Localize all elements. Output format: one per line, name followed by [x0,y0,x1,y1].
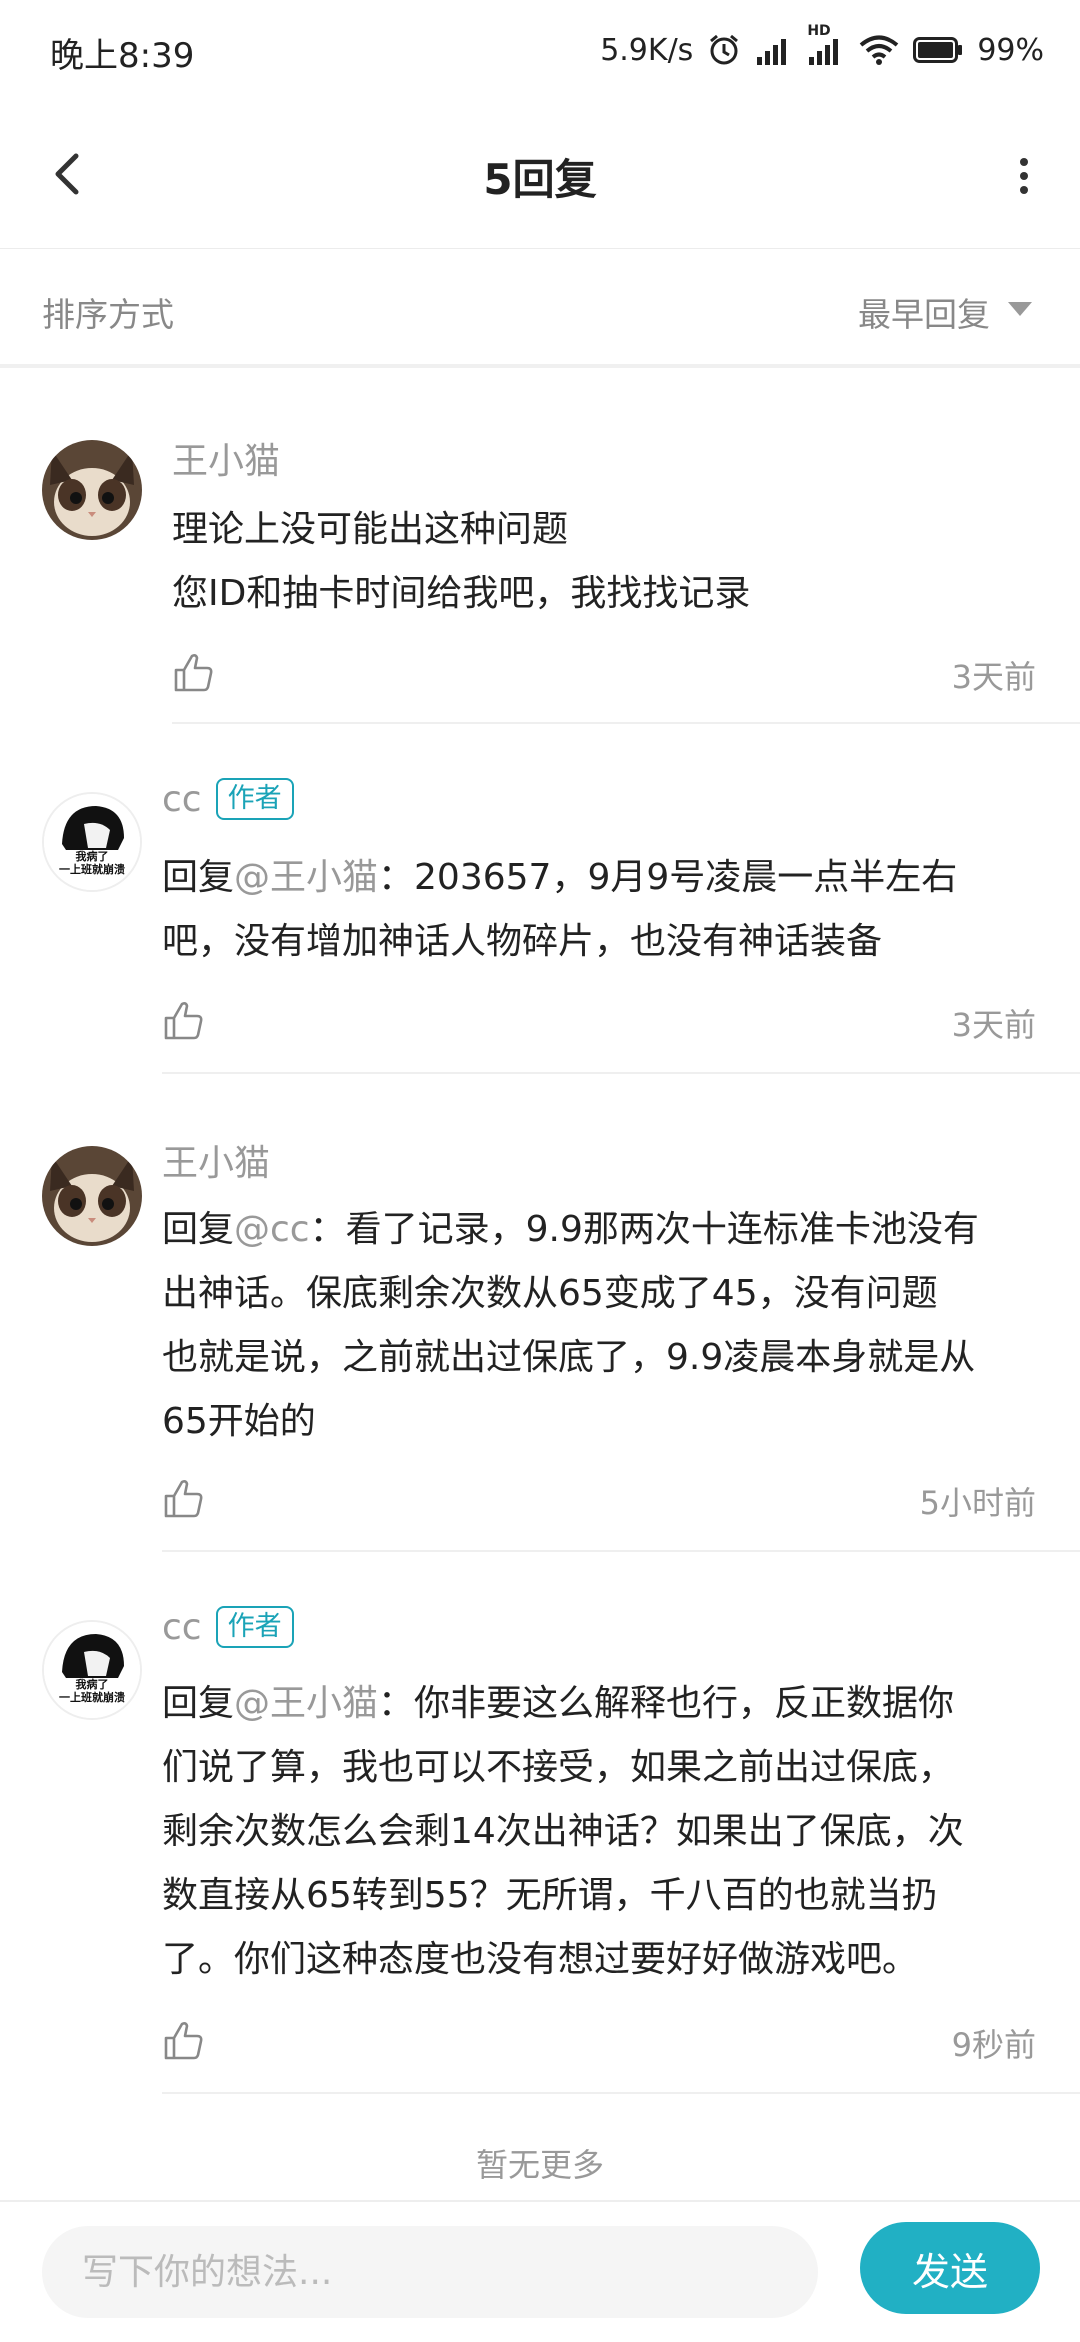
comment-line: 了。你们这种态度也没有想过要好好做游戏吧。 [162,1939,919,1980]
comment-line-text: ：203657，9月9号凌晨一点半左右 [378,857,958,898]
comment-header: 王小猫 [172,432,280,484]
comment-line: 吧，没有增加神话人物碎片，也没有神话装备 [162,921,883,962]
avatar[interactable] [42,440,142,540]
sort-dropdown[interactable]: 最早回复 [858,288,990,336]
page-title: 5回复 [483,155,597,204]
comment-line: 出神话。保底剩余次数从65变成了45，没有问题 [162,1273,938,1314]
username[interactable]: cc [162,1607,202,1648]
wifi-icon [859,34,899,66]
comment-text: 回复@cc：看了记录，9.9那两次十连标准卡池没有 出神话。保底剩余次数从65变… [162,1198,1044,1454]
comment-line-text: ：你非要这么解释也行，反正数据你 [378,1683,955,1724]
username[interactable]: cc [162,779,202,820]
status-icons: 5.9K/s HD 99% [600,23,1044,74]
comment-time: 3天前 [951,658,1036,696]
comment-time: 3天前 [951,1006,1036,1044]
thumbs-up-icon[interactable] [162,2018,206,2062]
avatar[interactable]: 我病了 一上班就崩溃 [42,1620,142,1720]
comment-text: 回复@王小猫：203657，9月9号凌晨一点半左右 吧，没有增加神话人物碎片，也… [162,846,1044,974]
mention-link[interactable]: @王小猫 [234,857,378,898]
comment-time: 9秒前 [951,2026,1036,2064]
author-badge: 作者 [215,778,294,820]
reply-prefix: 回复 [162,1209,235,1250]
hd-label: HD [807,23,831,39]
status-time: 晚上8:39 [50,36,195,76]
avatar-caption-line: 我病了 [75,1678,109,1691]
comment-composer: 发送 [0,2200,1080,2342]
comment-line: 回复@王小猫：你非要这么解释也行，反正数据你 [162,1672,1044,1736]
reply-prefix: 回复 [162,1683,235,1724]
comment-line: 您ID和抽卡时间给我吧，我找找记录 [172,573,751,614]
comment-line: 剩余次数怎么会剩14次出神话？如果出了保底，次 [162,1811,964,1852]
divider [162,1550,1080,1552]
comment-line: 理论上没可能出这种问题 [172,509,569,550]
avatar[interactable]: 我病了 一上班就崩溃 [42,792,142,892]
comment-text: 理论上没可能出这种问题 您ID和抽卡时间给我吧，我找找记录 [172,498,1044,626]
avatar-caption-line: 一上班就崩溃 [59,863,125,876]
username[interactable]: 王小猫 [172,432,280,484]
avatar-caption-line: 我病了 [75,850,109,863]
comment-line: 回复@王小猫：203657，9月9号凌晨一点半左右 [162,846,1044,910]
avatar-caption: 我病了 一上班就崩溃 [44,1678,140,1704]
avatar-caption: 我病了 一上班就崩溃 [44,850,140,876]
caret-down-icon[interactable] [1008,302,1032,316]
thumbs-up-icon[interactable] [172,650,216,694]
author-badge: 作者 [215,1606,294,1648]
mention-link[interactable]: @王小猫 [234,1683,378,1724]
mention-link[interactable]: @cc [234,1209,310,1250]
comment-header: 王小猫 [162,1134,270,1186]
comment-input[interactable] [42,2226,818,2318]
comment-header: cc 作者 [162,1606,294,1648]
divider [162,1072,1080,1074]
send-button[interactable]: 发送 [860,2222,1040,2314]
net-speed: 5.9K/s [600,32,694,68]
avatar[interactable] [42,1146,142,1246]
avatar-caption-line: 一上班就崩溃 [59,1691,125,1704]
no-more-label: 暂无更多 [475,2146,604,2184]
reply-prefix: 回复 [162,857,235,898]
comment-line: 们说了算，我也可以不接受，如果之前出过保底， [162,1747,955,1788]
sort-bar: 排序方式 最早回复 [0,250,1080,368]
battery-icon [913,37,963,63]
comment-time: 5小时前 [919,1484,1036,1522]
divider [162,2092,1080,2094]
top-nav-bar: 5回复 [0,100,1080,249]
sort-label: 排序方式 [42,295,174,334]
thumbs-up-icon[interactable] [162,998,206,1042]
comment-line: 65开始的 [162,1401,316,1442]
signal-icon [755,35,793,65]
comment-line: 数直接从65转到55？无所谓，千八百的也就当扔 [162,1875,938,1916]
signal-hd-icon: HD [807,23,845,65]
comment-line: 也就是说，之前就出过保底了，9.9凌晨本身就是从 [162,1337,976,1378]
divider [172,722,1080,724]
username[interactable]: 王小猫 [162,1134,270,1186]
comment-text: 回复@王小猫：你非要这么解释也行，反正数据你 们说了算，我也可以不接受，如果之前… [162,1672,1044,1992]
battery-level: 99% [977,32,1044,68]
comment-line-text: ：看了记录，9.9那两次十连标准卡池没有 [309,1209,979,1250]
status-bar: 晚上8:39 5.9K/s HD 99% [0,0,1080,100]
more-vertical-icon[interactable] [1004,148,1044,204]
thumbs-up-icon[interactable] [162,1476,206,1520]
comment-header: cc 作者 [162,778,294,820]
alarm-icon [707,33,741,67]
comment-line: 回复@cc：看了记录，9.9那两次十连标准卡池没有 [162,1198,1044,1262]
